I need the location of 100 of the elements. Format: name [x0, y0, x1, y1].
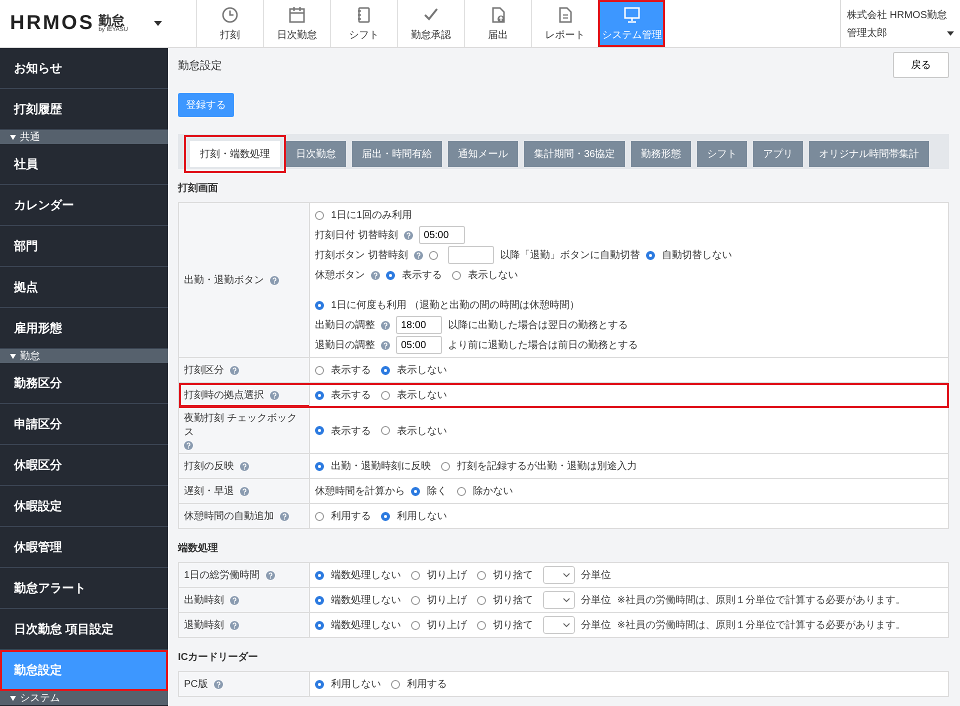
sidebar-item[interactable]: 申請区分: [0, 404, 168, 445]
caret-icon[interactable]: [154, 21, 162, 26]
radio-label[interactable]: 表示しない: [397, 388, 447, 402]
radio-label[interactable]: 切り捨て: [493, 568, 533, 582]
radio-button[interactable]: [477, 596, 486, 604]
help-icon[interactable]: [214, 680, 223, 688]
settings-tab[interactable]: 日次勤怠: [286, 141, 346, 167]
help-icon[interactable]: [280, 512, 289, 520]
sidebar-item[interactable]: 社員: [0, 144, 168, 185]
dropdown[interactable]: [543, 591, 575, 609]
sidebar-item[interactable]: 休暇区分: [0, 445, 168, 486]
radio-button[interactable]: [411, 570, 420, 580]
radio-button[interactable]: [315, 462, 324, 470]
sidebar-item[interactable]: お知らせ: [0, 48, 168, 89]
radio-button[interactable]: [411, 486, 420, 496]
dropdown[interactable]: [543, 616, 575, 634]
radio-label[interactable]: 表示する: [331, 363, 371, 377]
radio-button[interactable]: [315, 620, 324, 630]
settings-tab[interactable]: 届出・時間有給: [352, 141, 442, 167]
radio-button[interactable]: [411, 620, 420, 630]
radio-button[interactable]: [315, 390, 324, 400]
radio-button[interactable]: [477, 620, 486, 630]
radio-label[interactable]: 除かない: [473, 484, 513, 498]
radio-button[interactable]: [315, 426, 324, 435]
radio-label[interactable]: 端数処理しない: [331, 618, 401, 632]
user-name[interactable]: 管理太郎: [847, 26, 887, 40]
radio-label[interactable]: 表示する: [402, 268, 442, 282]
radio-button[interactable]: [315, 596, 324, 604]
sidebar-item[interactable]: 勤怠アラート: [0, 568, 168, 609]
radio-button[interactable]: [386, 270, 395, 280]
radio-button[interactable]: [315, 680, 324, 688]
radio-button[interactable]: [315, 570, 324, 580]
settings-tab[interactable]: 打刻・端数処理: [190, 141, 280, 167]
settings-tab[interactable]: 集計期間・36協定: [524, 141, 626, 167]
sidebar-item[interactable]: 勤務区分: [0, 363, 168, 404]
sidebar-item[interactable]: カレンダー: [0, 185, 168, 226]
radio-label[interactable]: 1日に何度も利用 （退勤と出勤の間の時間は休憩時間）: [331, 298, 580, 312]
help-icon[interactable]: [184, 441, 193, 450]
caret-icon[interactable]: [947, 30, 954, 36]
radio-label[interactable]: 切り上げ: [427, 593, 467, 607]
radio-label[interactable]: 出勤・退勤時刻に反映: [331, 459, 431, 473]
radio-label[interactable]: 表示しない: [397, 424, 447, 438]
help-icon[interactable]: [270, 390, 279, 400]
help-icon[interactable]: [381, 340, 390, 350]
radio-button[interactable]: [315, 366, 324, 374]
radio-button[interactable]: [391, 680, 400, 688]
radio-button[interactable]: [315, 300, 324, 310]
back-button[interactable]: 戻る: [893, 52, 949, 78]
sidebar-item[interactable]: 拠点: [0, 267, 168, 308]
radio-button[interactable]: [457, 486, 466, 496]
help-icon[interactable]: [240, 486, 249, 496]
time-field[interactable]: 05:00: [396, 336, 442, 354]
radio-label[interactable]: 表示しない: [397, 363, 447, 377]
radio-button[interactable]: [452, 270, 461, 280]
help-icon[interactable]: [266, 570, 275, 580]
radio-label[interactable]: 表示する: [331, 424, 371, 438]
radio-button[interactable]: [428, 250, 438, 260]
settings-tab[interactable]: 勤務形態: [631, 141, 692, 167]
radio-label[interactable]: 端数処理しない: [331, 568, 401, 582]
dropdown[interactable]: [543, 566, 575, 584]
settings-tab[interactable]: オリジナル時間帯集計: [809, 141, 930, 167]
sidebar-item[interactable]: 部門: [0, 226, 168, 267]
time-field[interactable]: [448, 246, 494, 264]
radio-label[interactable]: 切り上げ: [427, 618, 467, 632]
settings-tab[interactable]: 通知メール: [448, 141, 518, 167]
radio-button[interactable]: [381, 426, 390, 435]
radio-button[interactable]: [381, 390, 390, 400]
radio-label[interactable]: 表示しない: [468, 268, 518, 282]
radio-label[interactable]: 利用しない: [331, 677, 381, 691]
help-icon[interactable]: [240, 462, 249, 470]
radio-label[interactable]: 打刻を記録するが出勤・退勤は別途入力: [457, 459, 637, 473]
radio-label[interactable]: 利用する: [407, 677, 447, 691]
settings-tab[interactable]: アプリ: [753, 141, 804, 167]
help-icon[interactable]: [371, 270, 380, 280]
settings-tab[interactable]: シフト: [697, 141, 748, 167]
radio-label[interactable]: 自動切替しない: [662, 248, 732, 262]
help-icon[interactable]: [414, 250, 423, 260]
radio-label[interactable]: 利用する: [331, 509, 371, 523]
radio-label[interactable]: 切り上げ: [427, 568, 467, 582]
radio-label[interactable]: 切り捨て: [493, 618, 533, 632]
help-icon[interactable]: [404, 230, 413, 240]
radio-label[interactable]: 1日に1回のみ利用: [331, 208, 412, 222]
help-icon[interactable]: [230, 620, 239, 630]
radio-button[interactable]: [477, 570, 486, 580]
sidebar-item[interactable]: 休暇管理: [0, 527, 168, 568]
radio-button[interactable]: [381, 366, 390, 374]
radio-button[interactable]: [646, 250, 655, 260]
help-icon[interactable]: [381, 320, 390, 330]
radio-button[interactable]: [315, 210, 324, 220]
help-icon[interactable]: [270, 276, 279, 284]
time-field[interactable]: 05:00: [418, 226, 465, 244]
radio-label[interactable]: 端数処理しない: [331, 593, 401, 607]
time-field[interactable]: 18:00: [396, 316, 442, 334]
radio-button[interactable]: [411, 596, 420, 604]
radio-label[interactable]: 表示する: [331, 388, 371, 402]
radio-button[interactable]: [381, 512, 390, 520]
radio-label[interactable]: 利用しない: [397, 509, 447, 523]
radio-label[interactable]: 除く: [427, 484, 447, 498]
help-icon[interactable]: [230, 366, 239, 374]
radio-button[interactable]: [315, 512, 324, 520]
